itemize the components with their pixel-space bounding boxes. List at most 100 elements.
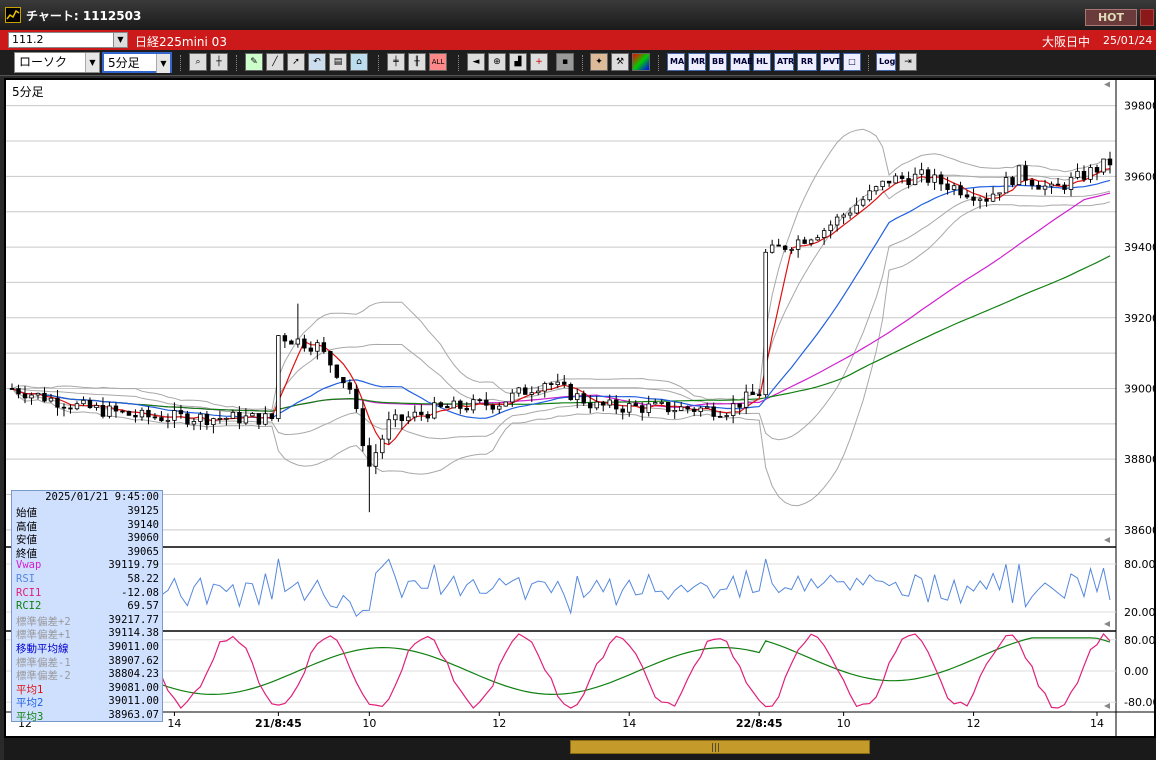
period-select[interactable]: 5分足 ▼ xyxy=(102,52,172,73)
lock-icon[interactable]: ▪ xyxy=(556,53,574,71)
vwap-line xyxy=(11,192,1111,412)
candle-compare-icon[interactable]: ╫ xyxy=(408,53,426,71)
chevron-down-icon[interactable]: ▼ xyxy=(156,54,170,73)
trash-icon[interactable]: ⌂ xyxy=(350,53,368,71)
trendline-icon[interactable]: ╱ xyxy=(266,53,284,71)
pencil-icon[interactable]: ✎ xyxy=(245,53,263,71)
chart-svg[interactable]: 39800 39600 39400 39200 39000 38800 38600 12 14 2… xyxy=(6,80,1154,736)
ma-indicator-button[interactable]: MA xyxy=(667,53,685,71)
chart-icon[interactable]: ▟ xyxy=(509,53,527,71)
mae-indicator-button[interactable]: MAE xyxy=(730,53,753,71)
candle-body xyxy=(29,394,34,399)
candle-body xyxy=(516,387,521,394)
info-row-value: 38907.62 xyxy=(108,654,159,667)
candle-body xyxy=(614,399,619,410)
scroll-left-icon[interactable]: ◄ xyxy=(467,53,485,71)
chevron-down-icon[interactable]: ▼ xyxy=(85,53,99,72)
candle-body xyxy=(471,399,476,411)
rsi-tick-label: 80.00 xyxy=(1124,558,1154,571)
candle-body xyxy=(263,413,268,425)
price-tick-label: 39400 xyxy=(1124,241,1154,254)
ma2-line xyxy=(11,179,1111,419)
document-icon[interactable]: ▤ xyxy=(329,53,347,71)
info-row: 平均1 39081.00 xyxy=(12,682,162,696)
info-row: 移動平均線 39011.00 xyxy=(12,641,162,655)
info-row-value: 39140 xyxy=(127,518,159,531)
log-scale-button[interactable]: Log xyxy=(876,53,896,71)
close-icon[interactable] xyxy=(1140,9,1154,26)
scroll-thumb[interactable]: ||| xyxy=(570,740,870,754)
crosshair-icon[interactable]: ┼ xyxy=(210,53,228,71)
chart-type-select[interactable]: ローソク ▼ xyxy=(14,52,100,73)
box-indicator-button[interactable]: □ xyxy=(843,53,861,71)
candle-bar-icon[interactable]: ╪ xyxy=(387,53,405,71)
candle-body xyxy=(938,174,944,185)
export-icon[interactable]: ⇥ xyxy=(899,53,917,71)
candle-body xyxy=(360,408,366,447)
atr-indicator-button[interactable]: ATR xyxy=(774,53,794,71)
candle-body xyxy=(1042,185,1048,190)
candle-body xyxy=(386,419,392,440)
info-row-label: Vwap xyxy=(16,559,42,572)
candle-body xyxy=(607,399,612,406)
add-indicator-icon[interactable]: + xyxy=(530,53,548,71)
info-row: 標準偏差+2 39217.77 xyxy=(12,614,162,628)
hl-indicator-button[interactable]: HL xyxy=(753,53,771,71)
candle-body xyxy=(42,392,47,402)
chart-area[interactable]: 39800 39600 39400 39200 39000 38800 38600 12 14 2… xyxy=(4,78,1156,738)
color-palette-icon[interactable] xyxy=(632,53,650,71)
candle-body xyxy=(302,338,307,349)
candle-body xyxy=(802,239,807,244)
candle-body xyxy=(1055,183,1061,186)
candle-body xyxy=(756,394,762,396)
settings-icon[interactable]: ✦ xyxy=(590,53,608,71)
time-tick-label: 14 xyxy=(622,717,636,730)
candle-body xyxy=(997,192,1002,195)
horizontal-scrollbar[interactable]: ||| xyxy=(4,738,1156,760)
info-row-value: 39125 xyxy=(127,505,159,517)
candle-body xyxy=(698,407,703,412)
mr-indicator-button[interactable]: MR xyxy=(688,53,706,71)
market-session: 大阪日中 xyxy=(1042,35,1091,49)
candle-body xyxy=(990,193,996,202)
candle-body xyxy=(1081,170,1087,180)
candle-body xyxy=(490,404,495,410)
bb-indicator-button[interactable]: BB xyxy=(709,53,727,71)
pvt-indicator-button[interactable]: PVT xyxy=(820,53,841,71)
candle-body xyxy=(730,403,736,416)
show-all-icon[interactable]: ALL xyxy=(429,53,447,71)
bollinger-band-line xyxy=(12,169,1111,415)
wrench-icon[interactable]: ⚒ xyxy=(611,53,629,71)
candle-body xyxy=(48,397,54,402)
magnify-icon[interactable]: ⊕ xyxy=(488,53,506,71)
candle-body xyxy=(328,351,333,366)
toolbar-separator xyxy=(658,55,660,71)
candle-body xyxy=(588,402,593,409)
price-tick-label: 38800 xyxy=(1124,453,1154,466)
candle-body xyxy=(237,411,242,424)
candle-body xyxy=(1094,167,1100,173)
undo-icon[interactable]: ↶ xyxy=(308,53,326,71)
rci-tick-label: -80.00 xyxy=(1124,696,1154,709)
candle-body xyxy=(146,409,151,418)
chevron-down-icon[interactable]: ▼ xyxy=(113,33,127,47)
toolbar: ローソク ▼ 5分足 ▼ ⌕ ┼ ✎ ╱ ➚ ↶ ▤ ⌂ ╪ ╫ ALL ◄ ⊕… xyxy=(0,50,1156,76)
title-bar[interactable]: チャート: 1112503 HOT xyxy=(0,0,1156,30)
candle-body xyxy=(204,413,210,425)
zoom-icon[interactable]: ⌕ xyxy=(189,53,207,71)
pointer-icon[interactable]: ➚ xyxy=(287,53,305,71)
candle-body xyxy=(640,405,645,413)
candle-body xyxy=(529,392,534,395)
toolbar-separator xyxy=(180,55,182,71)
info-panel: 2025/01/21 9:45:00 始値 39125 高値 39140 安値 39060… xyxy=(11,490,163,723)
symbol-code-input[interactable]: 111.2 ▼ xyxy=(8,32,128,48)
candle-body xyxy=(1088,167,1093,180)
hot-button[interactable]: HOT xyxy=(1085,9,1137,26)
candle-body xyxy=(61,406,67,409)
candle-body xyxy=(191,421,197,425)
rr-indicator-button[interactable]: RR xyxy=(797,53,817,71)
candle-body xyxy=(445,406,450,409)
candle-body xyxy=(743,391,749,408)
candle-body xyxy=(282,335,288,342)
price-tick-label: 39200 xyxy=(1124,312,1154,325)
